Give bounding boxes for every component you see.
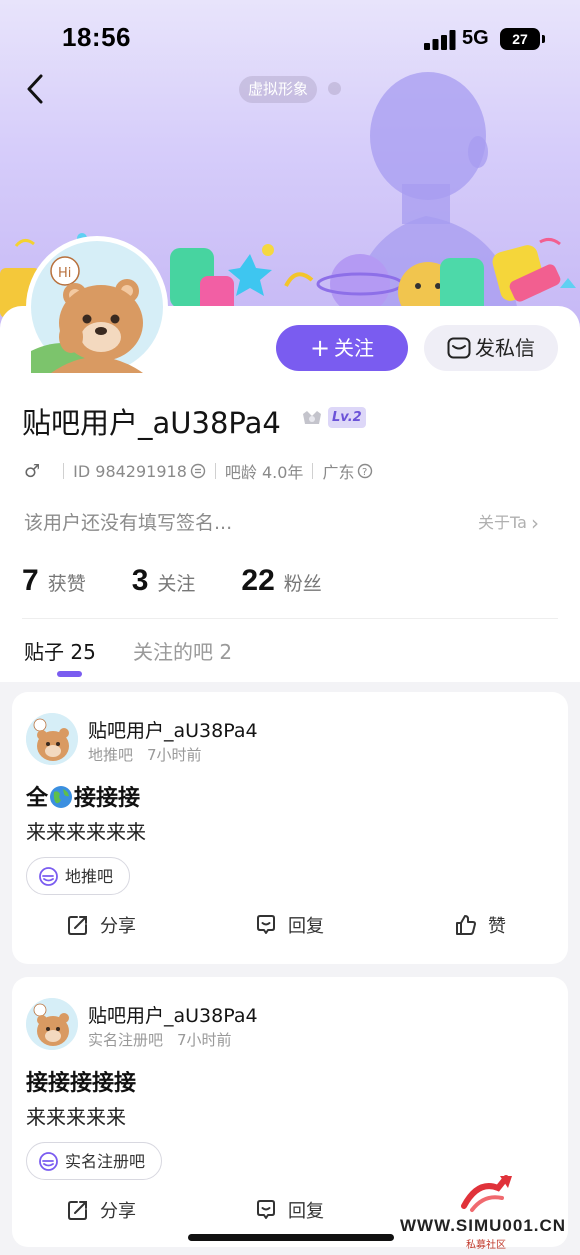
user-id: ID 984291918 [73,461,187,481]
battery-icon: 27 [500,28,545,50]
forum-logo-icon [39,866,58,886]
male-icon: ♂ [24,460,41,482]
status-bar: 18:56 5G 27 [0,22,580,56]
reply-label: 回复 [288,1201,324,1222]
post-forum: 实名注册吧 [88,1031,164,1049]
stat-following[interactable]: 3 关注 [132,564,196,598]
plus-icon: + [309,334,331,362]
divider [312,463,314,479]
share-icon [68,1201,87,1220]
divider [214,463,216,479]
tab-posts[interactable]: 贴子 25 [24,636,96,665]
stat-likes[interactable]: 7 获赞 [22,564,86,598]
forum-tag-label: 地推吧 [65,866,114,886]
svg-text:?: ? [362,467,367,478]
reply-label: 回复 [288,916,324,937]
about-ta-link[interactable]: 关于Ta › [478,509,539,535]
like-label: 赞 [488,916,506,937]
watermark-subtext: 私募社区 [466,1240,506,1251]
divider [22,618,558,619]
back-arrow-icon[interactable] [24,72,48,106]
follow-label: 关注 [334,336,375,360]
message-label: 发私信 [475,336,535,360]
divider [63,463,65,479]
profile-username: 贴吧用户_aU38Pa4 [22,406,281,440]
post-title-part: 全 [26,786,49,811]
forum-tag[interactable]: 实名注册吧 [26,1142,163,1180]
reply-button[interactable]: 回复 [254,1197,324,1223]
signature-text: 该用户还没有填写签名... [24,512,233,534]
stat-label: 关注 [157,573,196,595]
share-label: 分享 [100,916,136,937]
post-time: 7小时前 [147,746,202,764]
share-icon [68,916,87,935]
bear-avatar-icon [26,713,78,765]
share-button[interactable]: 分享 [66,912,136,938]
reply-button[interactable]: 回复 [254,912,324,938]
profile-avatar[interactable]: Hi [26,236,168,378]
mail-icon [447,337,471,359]
follow-button[interactable]: + 关注 [276,325,408,371]
share-button[interactable]: 分享 [66,1197,136,1223]
forum-tag-label: 实名注册吧 [65,1151,146,1171]
forum-logo-icon [39,1151,58,1171]
post-title: 全 接接接 [26,780,140,812]
virtual-avatar-button[interactable]: 虚拟形象 [239,76,318,103]
post-time: 7小时前 [177,1031,232,1049]
status-time: 18:56 [62,22,131,52]
post-avatar[interactable] [26,998,78,1050]
crown-badge-icon [303,411,321,424]
chevron-right-icon: › [530,511,539,535]
level-badge: Lv.2 [328,407,366,428]
stat-label: 获赞 [47,573,86,595]
thumbs-up-icon [456,915,476,935]
tab-indicator [57,671,82,677]
globe-icon [50,786,73,808]
post-author[interactable]: 贴吧用户_aU38Pa4 [88,1001,258,1028]
stat-label: 粉丝 [283,573,322,595]
post-meta: 地推吧 7小时前 [88,744,202,765]
network-label: 5G [462,27,489,49]
post-body: 来来来来来 [26,1105,126,1129]
svg-text:Hi: Hi [58,266,71,281]
profile-stats: 7 获赞 3 关注 22 粉丝 [22,564,368,598]
post-forum: 地推吧 [88,746,134,764]
post-meta: 实名注册吧 7小时前 [88,1029,232,1050]
stat-number: 3 [131,564,149,597]
post-title: 接接接接接 [26,1071,137,1096]
post-body: 来来来来来来 [26,820,146,844]
location: 广东 [322,463,355,482]
bear-avatar-icon [26,998,78,1050]
comment-icon [257,1200,275,1219]
stat-fans[interactable]: 22 粉丝 [241,564,321,598]
post-actions: 分享 回复 赞 [12,912,568,944]
copy-icon[interactable] [190,463,206,479]
like-button[interactable]: 赞 [454,912,506,938]
comment-icon [257,915,275,934]
watermark-text: WWW.SIMU001.CN [400,1216,567,1235]
stat-number: 7 [22,564,39,597]
post-title-part: 接接接 [74,786,141,811]
tab-followed-bars[interactable]: 关注的吧 2 [133,636,232,665]
profile-meta: ♂ ID 984291918 吧龄 4.0年 广东 ? [24,459,373,483]
bar-age: 吧龄 4.0年 [224,463,304,482]
post-card[interactable]: 贴吧用户_aU38Pa4 地推吧 7小时前 全 接接接 来来来来来来 地推吧 分享… [12,692,568,964]
stat-number: 22 [241,564,275,597]
home-indicator [188,1234,394,1241]
watermark-logo-icon [461,1175,512,1212]
post-author[interactable]: 贴吧用户_aU38Pa4 [88,716,258,743]
share-label: 分享 [100,1201,136,1222]
help-icon[interactable]: ? [357,463,373,479]
bear-avatar-icon: Hi [31,241,163,373]
message-button[interactable]: 发私信 [424,325,558,371]
watermark: WWW.SIMU001.CN 私募社区 [400,1172,578,1252]
about-label: 关于Ta [478,513,527,532]
forum-tag[interactable]: 地推吧 [26,857,131,895]
post-avatar[interactable] [26,713,78,765]
signal-icon [424,30,456,50]
